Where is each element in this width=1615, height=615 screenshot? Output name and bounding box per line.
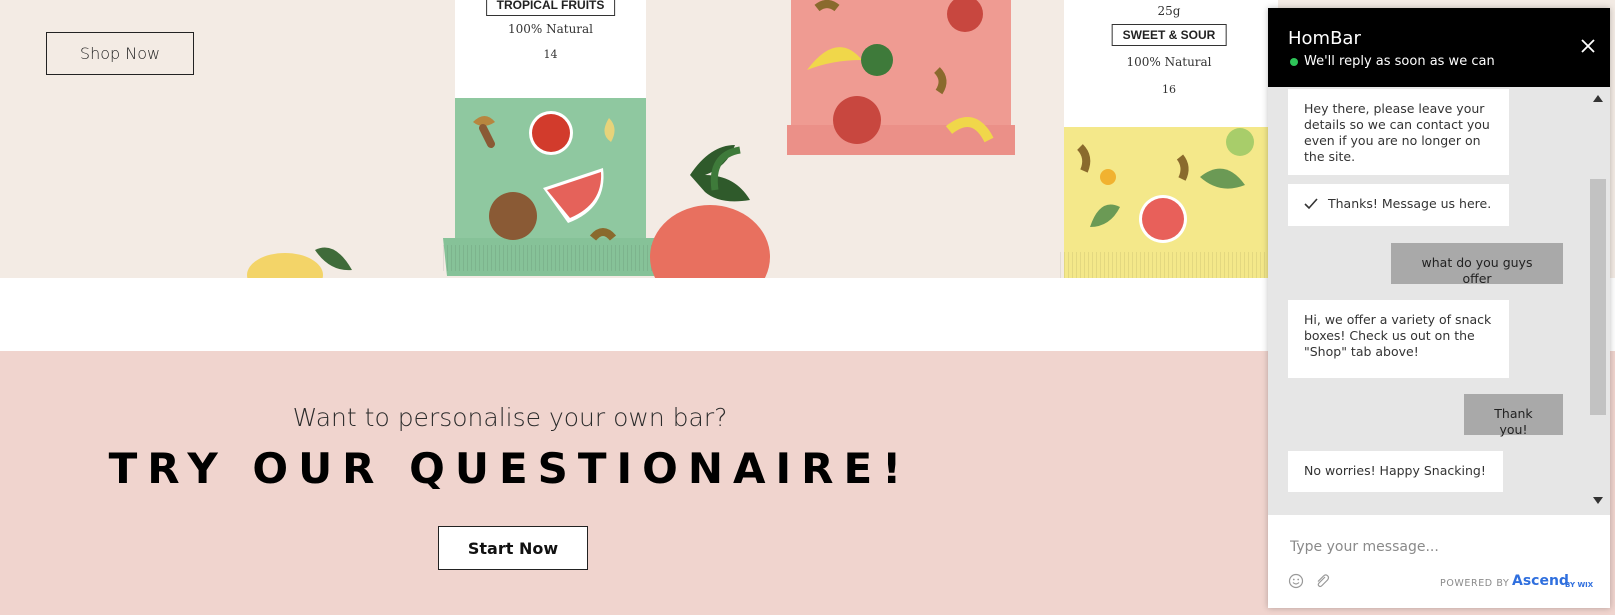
message-business: Hi, we offer a variety of snack boxes! C… xyxy=(1288,300,1509,378)
by-wix-label: BY WIX xyxy=(1565,581,1594,589)
chat-footer: POWERED BY Ascend BY WIX xyxy=(1268,515,1610,608)
product-pack-sweet-sour: 25g SWEET & SOUR 100% Natural 16 xyxy=(1060,0,1278,278)
message-business[interactable]: Thanks! Message us here. xyxy=(1288,184,1509,226)
pack-crimp xyxy=(1060,252,1278,278)
chat-header: HomBar We'll reply as soon as we can xyxy=(1268,8,1610,87)
chat-widget: HomBar We'll reply as soon as we can Hey… xyxy=(1268,8,1610,608)
chat-status: We'll reply as soon as we can xyxy=(1304,54,1495,69)
scroll-up-arrow-icon[interactable] xyxy=(1593,95,1603,102)
message-text: what do you guys offer xyxy=(1421,255,1533,286)
pink-pack-art xyxy=(787,0,1015,155)
online-status-icon xyxy=(1290,58,1298,66)
message-text: Thank you! xyxy=(1494,406,1533,437)
chat-messages[interactable]: Hey there, please leave your details so … xyxy=(1268,87,1610,515)
pack-number: 16 xyxy=(1162,83,1176,96)
scrollbar-thumb[interactable] xyxy=(1590,179,1606,415)
check-icon xyxy=(1304,198,1318,210)
fruit-decoration xyxy=(247,247,352,278)
pack-subtitle: 100% Natural xyxy=(1126,55,1212,69)
message-text: Hey there, please leave your details so … xyxy=(1304,101,1490,164)
scroll-down-arrow-icon[interactable] xyxy=(1593,497,1603,504)
ascend-logo[interactable]: Ascend xyxy=(1512,573,1569,589)
message-input[interactable] xyxy=(1288,531,1592,563)
message-visitor: Thank you! xyxy=(1464,394,1563,437)
product-pack-tropical: TROPICAL FRUITS 100% Natural 14 xyxy=(443,0,658,278)
emoji-icon[interactable] xyxy=(1288,573,1304,589)
pack-weight: 25g xyxy=(1157,4,1181,18)
pack-label: SWEET & SOUR xyxy=(1111,24,1227,46)
message-text: Hi, we offer a variety of snack boxes! C… xyxy=(1304,312,1492,359)
questionnaire-subtitle: Want to personalise your own bar? xyxy=(292,403,728,432)
pack-label: TROPICAL FRUITS xyxy=(485,0,616,16)
questionnaire-title: TRY OUR QUESTIONAIRE! xyxy=(108,444,912,493)
paperclip-icon[interactable] xyxy=(1314,573,1330,589)
strawberry-decoration xyxy=(650,145,770,278)
shop-now-button[interactable]: Shop Now xyxy=(46,32,194,75)
message-visitor: what do you guys offer xyxy=(1391,243,1563,286)
pack-crimp xyxy=(443,245,658,271)
message-text: Thanks! Message us here. xyxy=(1328,196,1492,211)
pack-number: 14 xyxy=(543,48,558,61)
pack-subtitle: 100% Natural xyxy=(507,22,594,36)
message-business: No worries! Happy Snacking! xyxy=(1288,451,1503,492)
message-text: No worries! Happy Snacking! xyxy=(1304,463,1486,478)
start-now-button[interactable]: Start Now xyxy=(438,526,588,570)
message-business: Hey there, please leave your details so … xyxy=(1288,89,1509,175)
chat-title: HomBar xyxy=(1288,28,1361,49)
close-icon[interactable] xyxy=(1580,38,1596,54)
product-pack-pink xyxy=(787,0,1015,160)
powered-by-label: POWERED BY xyxy=(1440,578,1510,589)
